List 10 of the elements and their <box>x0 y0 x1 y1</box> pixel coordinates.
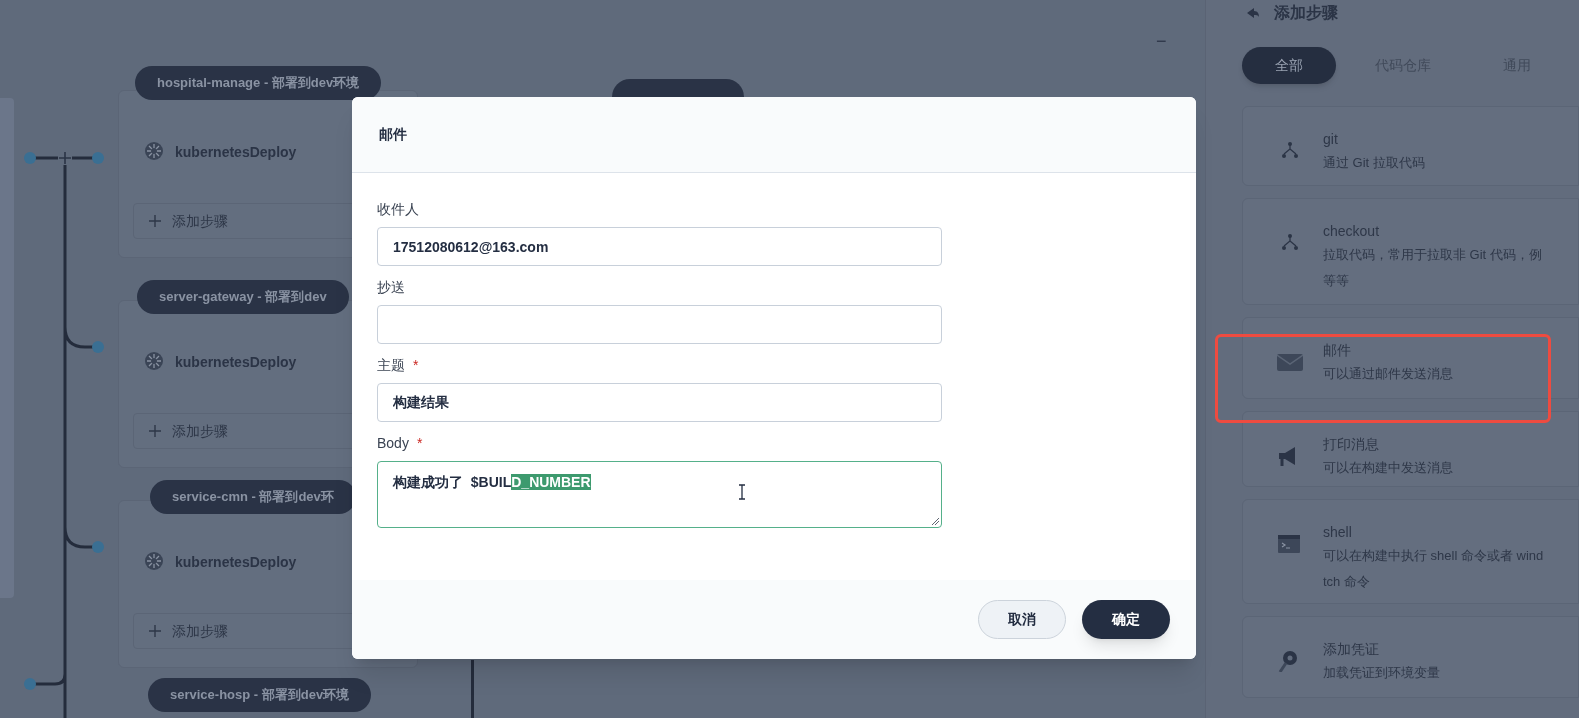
text-selection: D_NUMBER <box>511 474 591 490</box>
required-mark: * <box>413 355 419 375</box>
field-label: 抄送 <box>377 277 405 297</box>
step-title: checkout <box>1323 222 1381 241</box>
panel-title: 添加步骤 <box>1274 3 1338 23</box>
required-mark: * <box>416 433 423 453</box>
field-label: Body <box>377 433 409 453</box>
field-label: 主题 <box>377 355 405 375</box>
dialog-title: 邮件 <box>379 125 407 144</box>
field-label: 收件人 <box>377 199 419 219</box>
